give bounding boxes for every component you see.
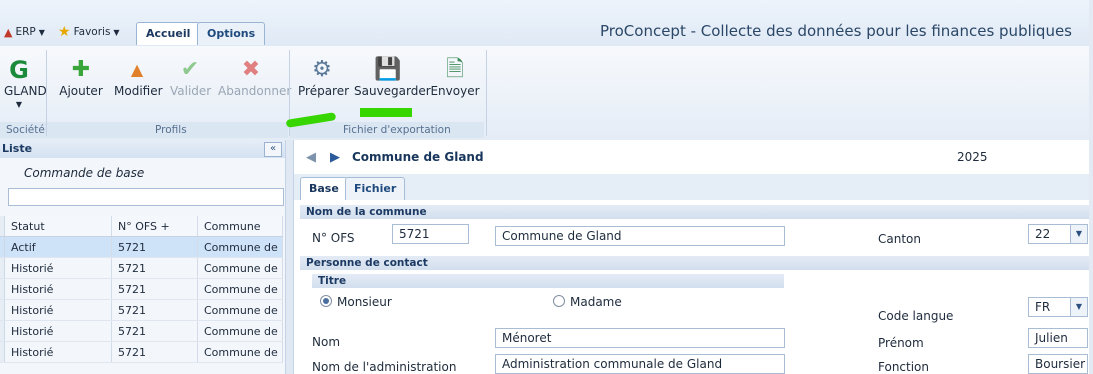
ribbon-separator: [486, 50, 487, 136]
envoyer-button[interactable]: 🗎 Envoyer: [430, 56, 480, 98]
checkmark-icon: ✔: [180, 57, 200, 82]
grid-header-row: Statut N° OFS + Commune: [0, 216, 283, 237]
subtab-strip: [294, 174, 1093, 201]
admin-label: Nom de l'administration: [312, 360, 457, 374]
ribbon-separator: [46, 50, 47, 136]
subsection-header-titre: Titre: [312, 274, 784, 288]
radio-unselected-icon: [553, 295, 565, 307]
societe-gland-button[interactable]: G GLAND ▼: [4, 56, 47, 109]
group-label-profils: Profils: [155, 124, 187, 136]
star-folder-icon: ★: [58, 24, 71, 40]
group-label-export: Fichier d'exportation: [343, 124, 451, 136]
erp-logo-icon: ▲: [4, 25, 13, 39]
erp-menu-button[interactable]: ▲ ERP ▼: [4, 23, 45, 41]
panel-splitter[interactable]: [285, 140, 294, 374]
collapse-panel-button[interactable]: «: [264, 142, 282, 157]
triangle-up-icon: ▲: [130, 60, 144, 79]
annotation-stroke: [360, 108, 412, 117]
code-langue-select[interactable]: FR ▼: [1028, 297, 1088, 317]
command-label: Commande de base: [24, 166, 145, 180]
canton-label: Canton: [878, 232, 921, 246]
sauvegarder-button[interactable]: 💾 Sauvegarder: [354, 56, 431, 98]
admin-field[interactable]: Administration communale de Gland: [495, 354, 785, 374]
window-title: ProConcept - Collecte des données pour l…: [600, 22, 1072, 40]
column-header-statut[interactable]: Statut: [4, 216, 112, 237]
modifier-button[interactable]: ▲ Modifier: [114, 56, 163, 98]
records-grid: Statut N° OFS + Commune Actif 5721 Commu…: [0, 216, 285, 363]
table-row[interactable]: Historié 5721 Commune de: [0, 257, 283, 279]
commune-name-field[interactable]: Commune de Gland: [495, 226, 785, 246]
table-row[interactable]: Actif 5721 Commune de: [0, 236, 283, 258]
window-edge: [1089, 0, 1093, 374]
prenom-field[interactable]: Julien: [1028, 328, 1088, 348]
prenom-label: Prénom: [878, 336, 924, 350]
table-row[interactable]: Historié 5721 Commune de: [0, 299, 283, 321]
ofs-label: N° OFS: [312, 231, 355, 245]
gland-logo-icon: G: [9, 56, 29, 84]
record-year: 2025: [957, 150, 988, 164]
abandonner-button[interactable]: ✖ Abandonner: [218, 56, 291, 98]
next-record-icon[interactable]: ▶: [330, 150, 340, 165]
section-header-contact: Personne de contact: [300, 256, 1089, 270]
plus-icon: ✚: [71, 57, 91, 82]
favoris-menu-button[interactable]: ★ Favoris ▼: [58, 23, 120, 41]
chevron-down-icon: ▼: [38, 27, 45, 37]
code-langue-label: Code langue: [878, 309, 954, 323]
nom-label: Nom: [312, 335, 341, 349]
tab-options[interactable]: Options: [197, 22, 266, 45]
ajouter-button[interactable]: ✚ Ajouter: [58, 56, 104, 98]
fonction-field[interactable]: Boursier: [1028, 354, 1088, 374]
table-row[interactable]: Historié 5721 Commune de: [0, 278, 283, 300]
radio-monsieur[interactable]: Monsieur: [320, 294, 392, 309]
table-row[interactable]: Historié 5721 Commune de: [0, 320, 283, 342]
tab-accueil[interactable]: Accueil: [136, 22, 201, 45]
section-header-commune: Nom de la commune: [300, 205, 1089, 219]
previous-record-icon[interactable]: ◀: [306, 150, 316, 165]
nom-field[interactable]: Ménoret: [495, 328, 785, 348]
floppy-disk-icon: 💾: [374, 57, 402, 82]
radio-selected-icon: [320, 295, 332, 307]
chevron-down-icon: ▼: [15, 100, 23, 109]
record-title: Commune de Gland: [352, 150, 484, 164]
column-header-ofs[interactable]: N° OFS +: [111, 216, 198, 237]
chevron-down-icon: ▼: [1070, 298, 1087, 316]
chevron-down-icon: ▼: [113, 27, 120, 37]
canton-select[interactable]: 22 ▼: [1028, 224, 1088, 244]
tab-fichier[interactable]: Fichier: [345, 177, 406, 200]
table-row[interactable]: Historié 5721 Commune de: [0, 341, 283, 363]
chevron-down-icon: ▼: [1070, 225, 1087, 243]
list-panel-title: Liste: [2, 142, 33, 155]
radio-madame[interactable]: Madame: [553, 294, 622, 309]
group-label-societe: Société: [6, 124, 45, 136]
valider-button[interactable]: ✔ Valider: [170, 56, 211, 98]
x-icon: ✖: [241, 57, 261, 82]
column-header-commune[interactable]: Commune: [197, 216, 283, 237]
ofs-field[interactable]: 5721: [392, 224, 469, 244]
search-input[interactable]: [8, 188, 284, 206]
fonction-label: Fonction: [878, 360, 930, 374]
preparer-button[interactable]: ⚙ Préparer: [298, 56, 349, 98]
send-file-icon: 🗎: [446, 57, 464, 82]
gear-icon: ⚙: [312, 57, 332, 82]
list-panel-header: Liste: [0, 140, 285, 159]
tab-base[interactable]: Base: [300, 177, 348, 200]
